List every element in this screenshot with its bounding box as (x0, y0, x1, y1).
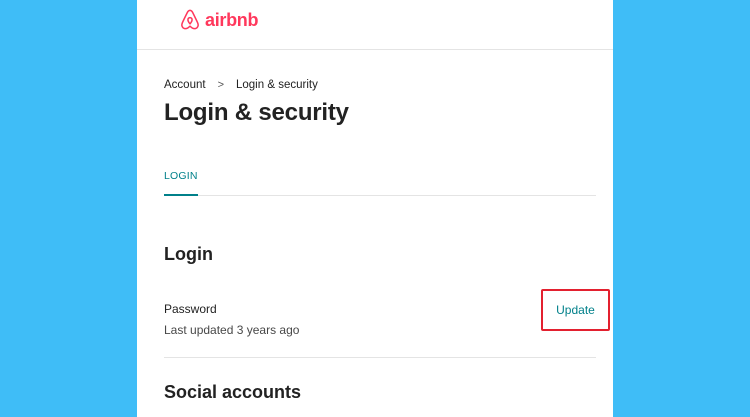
airbnb-wordmark: airbnb (205, 9, 259, 30)
airbnb-logo[interactable]: airbnb (179, 8, 259, 32)
breadcrumb-current: Login & security (236, 79, 318, 91)
top-header: airbnb (137, 0, 613, 50)
section-divider (164, 357, 596, 358)
tab-bar: LOGIN (164, 160, 596, 196)
update-password-button[interactable]: Update (541, 289, 610, 331)
breadcrumb-account-link[interactable]: Account (164, 79, 206, 91)
social-accounts-title: Social accounts (164, 382, 302, 402)
tab-login[interactable]: LOGIN (164, 160, 198, 196)
breadcrumb-separator: > (217, 79, 224, 91)
breadcrumb: Account > Login & security (164, 79, 318, 91)
content-panel: airbnb Account > Login & security Login … (137, 0, 613, 417)
airbnb-logo-icon (179, 8, 201, 32)
page-title: Login & security (164, 99, 349, 126)
password-last-updated: Last updated 3 years ago (164, 323, 300, 337)
password-label: Password (164, 302, 217, 316)
tab-login-label: LOGIN (164, 170, 198, 182)
tab-active-indicator (164, 194, 198, 196)
login-section-title: Login (164, 244, 213, 264)
